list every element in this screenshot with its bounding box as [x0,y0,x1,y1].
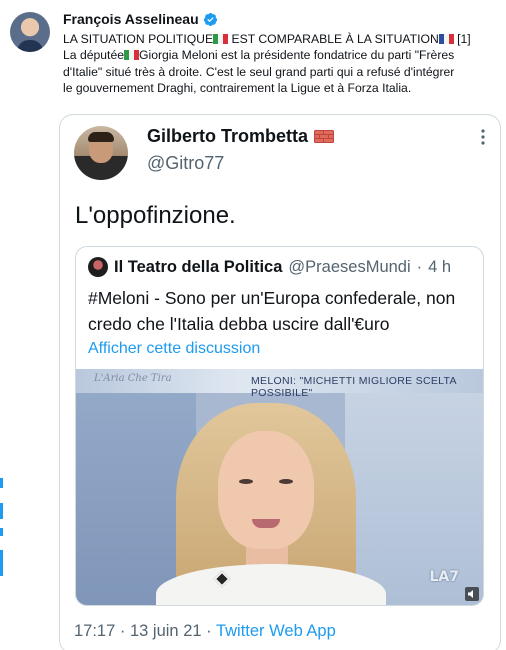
tweet-header: François Asselineau [63,11,218,27]
tweet-line-text: La députée [63,48,124,63]
left-edge-marker [0,478,3,488]
quote-author-name[interactable]: Gilberto Trombetta [147,126,308,147]
tweet-line: La députée Giorgia Meloni est la présiden… [63,47,499,63]
verified-badge-icon [203,12,217,26]
show-thread-link[interactable]: Afficher cette discussion [88,340,260,358]
tweet-line: LA SITUATION POLITIQUE EST COMPARABLE À … [63,31,499,47]
italy-flag-icon [124,50,139,61]
volume-icon[interactable] [465,587,479,601]
left-edge-marker [0,528,3,536]
italy-flag-icon [213,34,229,44]
tweet-line-text: LA SITUATION POLITIQUE [63,32,214,46]
tweet-line-text: Giorgia Meloni est la présidente fondatr… [139,48,455,63]
tweet-line: d'Italie" situé très à droite. C'est le … [63,64,499,80]
tweet-line-text: [1] [453,32,471,46]
tweet-metadata: 17:17 · 13 juin 21 · Twitter Web App [74,622,336,641]
person-eye [279,479,293,484]
studio-background [345,393,483,605]
tweet-date[interactable]: 13 juin 21 [130,622,202,640]
left-edge-marker [0,550,3,576]
video-player[interactable]: L'Aria Che Tira MELONI: "MICHETTI MIGLIO… [76,369,483,605]
nested-author-avatar[interactable] [88,257,108,277]
tweet-line-text: d'Italie" situé très à droite. C'est le … [63,64,455,79]
author-avatar[interactable] [10,12,50,52]
nested-author-handle[interactable]: @PraesesMundi [288,258,410,277]
tweet-body: LA SITUATION POLITIQUE EST COMPARABLE À … [63,31,499,97]
brick-icon [314,130,335,143]
tweet-time[interactable]: 17:17 [74,622,115,640]
nested-author-name[interactable]: Il Teatro della Politica [114,258,282,277]
tweet-line-text: EST COMPARABLE À LA SITUATION [228,32,439,46]
separator-dot: · [119,622,126,640]
quote-author-name-row: Gilberto Trombetta [147,126,335,147]
nested-tweet-time[interactable]: 4 h [428,258,451,277]
separator-dot: · [416,257,423,276]
nested-tweet-text: #Meloni - Sono per un'Europa confederale… [88,285,483,337]
video-banner: L'Aria Che Tira MELONI: "MICHETTI MIGLIO… [76,369,483,399]
tweet-line-text: le gouvernement Draghi, contrairement la… [63,81,412,96]
tweet-line: le gouvernement Draghi, contrairement la… [63,80,499,96]
person-eye [239,479,253,484]
channel-logo: LA7 [429,569,460,585]
author-name[interactable]: François Asselineau [63,11,199,27]
quote-author-handle[interactable]: @Gitro77 [147,153,224,174]
separator-dot: · [206,622,212,640]
nested-tweet-line: credo che l'Italia debba uscire dall'€ur… [88,314,390,334]
more-options-icon[interactable] [480,129,486,145]
left-edge-marker [0,503,3,519]
quote-author-avatar[interactable] [74,126,128,180]
source-app-link[interactable]: Twitter Web App [216,622,336,640]
quoted-tweet-card[interactable]: Gilberto Trombetta @Gitro77 L'oppofinzio… [59,114,501,650]
nested-tweet-line: #Meloni - Sono per un'Europa confederale… [88,288,456,308]
person-face [218,431,314,549]
show-logo: L'Aria Che Tira [94,373,172,384]
quote-text: L'oppofinzione. [75,202,236,229]
nested-tweet-header: Il Teatro della Politica @PraesesMundi ·… [88,257,451,277]
france-flag-icon [438,34,454,44]
nested-quoted-tweet[interactable]: Il Teatro della Politica @PraesesMundi ·… [75,246,484,606]
